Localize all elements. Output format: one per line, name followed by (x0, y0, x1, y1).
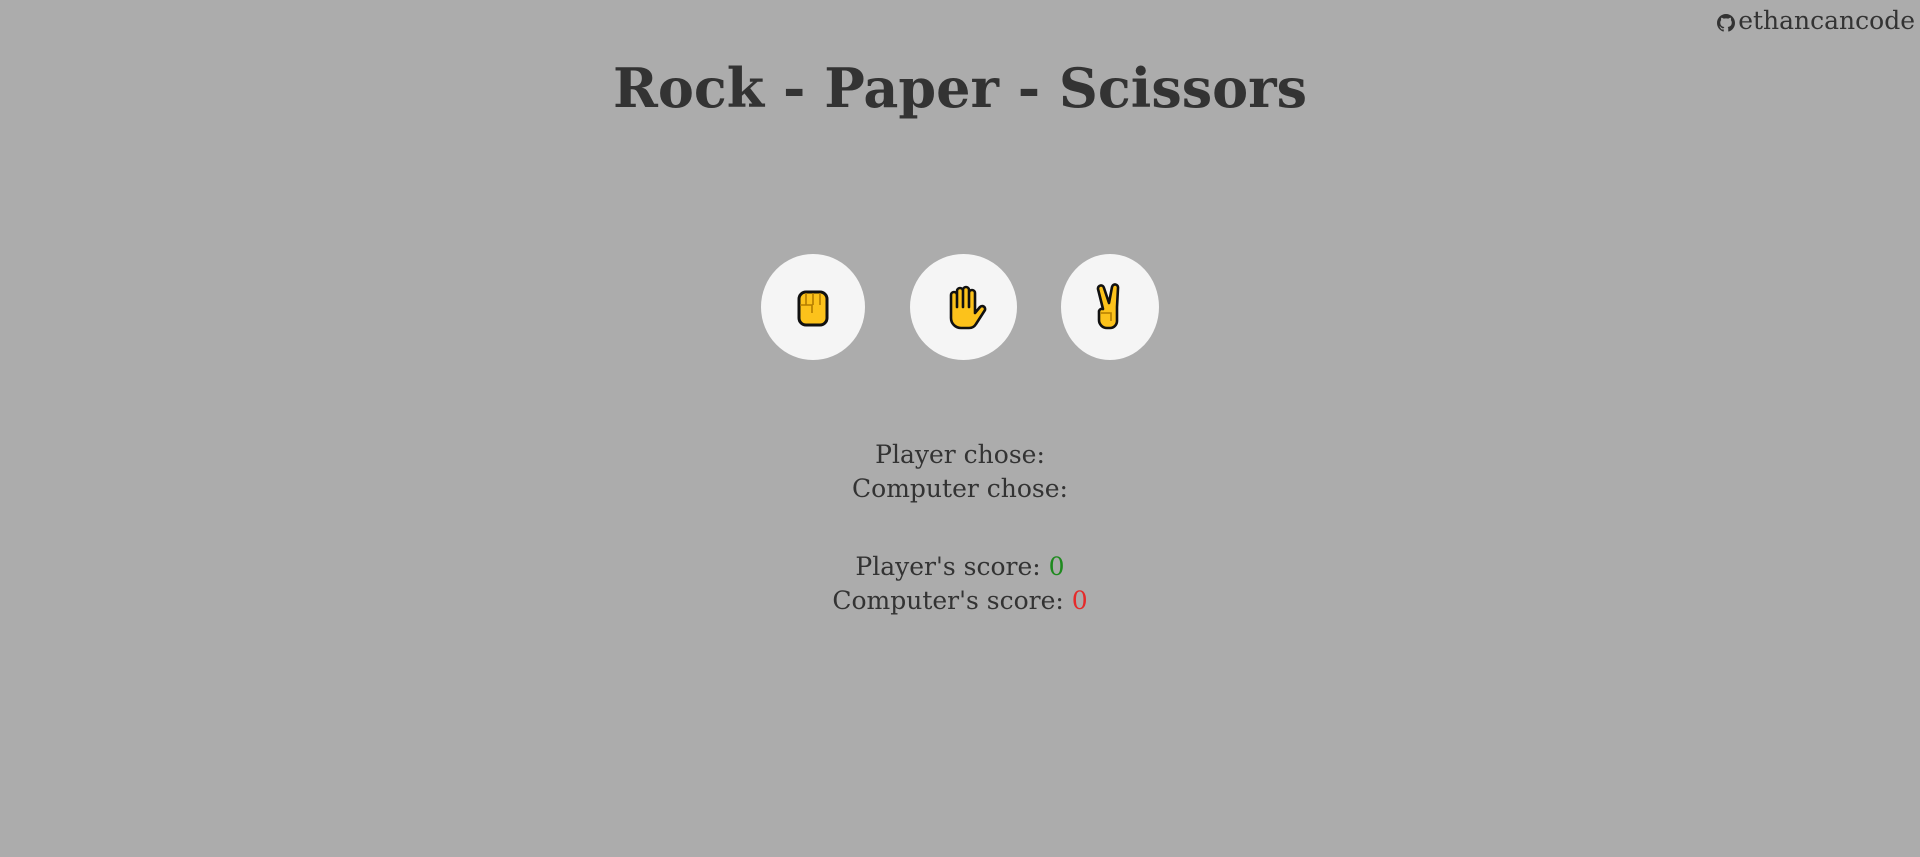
computer-choice-line: Computer chose: (0, 472, 1920, 506)
computer-score-line: Computer's score: 0 (0, 584, 1920, 618)
scissors-button[interactable] (1061, 254, 1159, 360)
player-score-label: Player's score: (855, 552, 1041, 581)
victory-hand-icon (1096, 283, 1120, 330)
player-score-value: 0 (1048, 552, 1065, 581)
rock-button[interactable] (761, 254, 865, 360)
github-link[interactable]: ethancancode (1717, 6, 1915, 36)
page: ethancancode Rock - Paper - Scissors Pla… (0, 0, 1920, 857)
github-icon (1717, 14, 1736, 32)
paper-button[interactable] (910, 254, 1017, 360)
player-chose-label: Player chose: (875, 440, 1045, 469)
computer-score-label: Computer's score: (832, 586, 1064, 615)
raised-hand-icon (949, 285, 986, 330)
computer-chose-label: Computer chose: (852, 474, 1068, 503)
github-username: ethancancode (1738, 6, 1915, 35)
computer-score-value: 0 (1071, 586, 1088, 615)
choice-buttons (760, 254, 1160, 360)
page-title: Rock - Paper - Scissors (613, 56, 1307, 120)
player-choice-line: Player chose: (0, 438, 1920, 472)
round-results: Player chose: Computer chose: (0, 438, 1920, 506)
scoreboard: Player's score: 0 Computer's score: 0 (0, 550, 1920, 618)
player-score-line: Player's score: 0 (0, 550, 1920, 584)
raised-fist-icon (797, 290, 829, 327)
